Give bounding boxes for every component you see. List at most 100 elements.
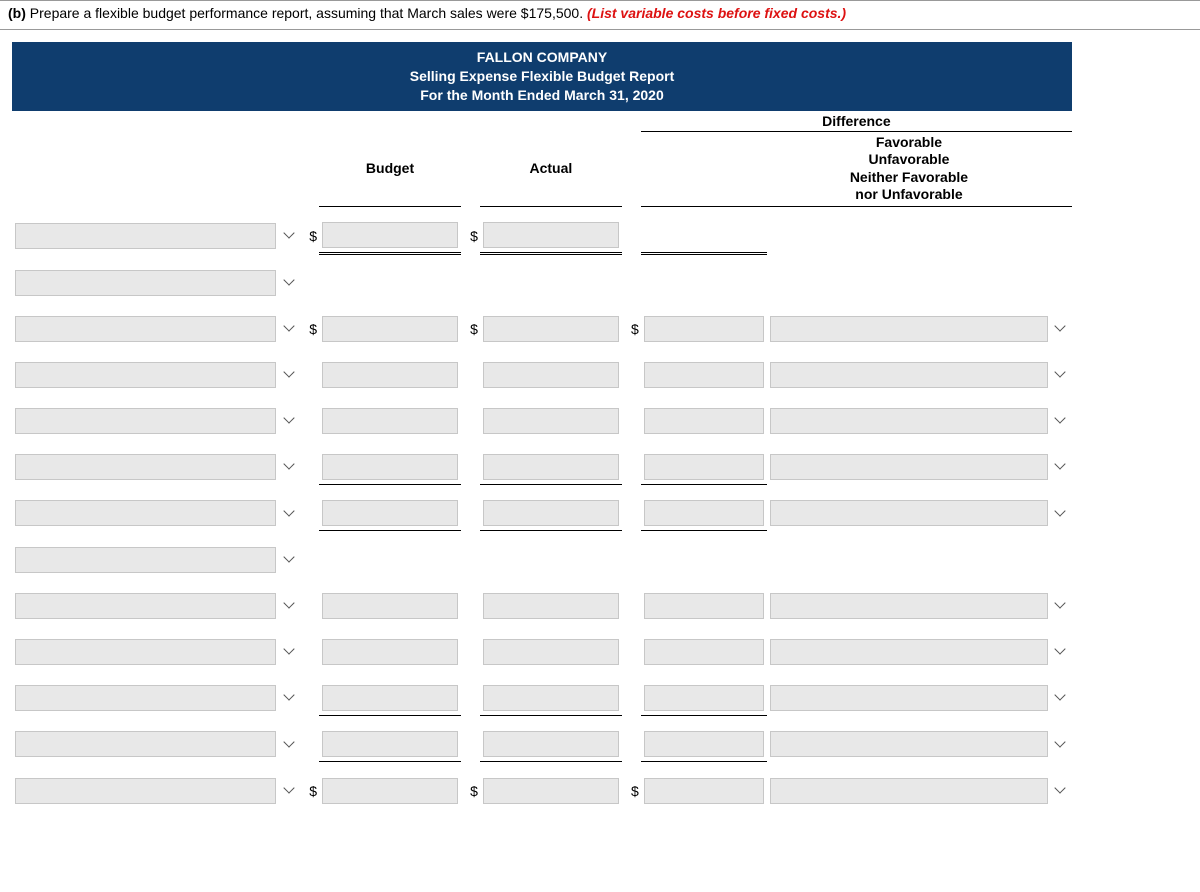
- chevron-down-icon[interactable]: [1054, 782, 1068, 796]
- report-row: [12, 496, 1072, 531]
- difference-input[interactable]: [644, 685, 764, 711]
- description-input[interactable]: [15, 454, 276, 480]
- chevron-down-icon[interactable]: [1054, 736, 1068, 750]
- currency-symbol: $: [300, 218, 319, 254]
- description-input[interactable]: [15, 316, 276, 342]
- chevron-down-icon[interactable]: [283, 320, 297, 334]
- difference-input[interactable]: [644, 316, 764, 342]
- budget-input[interactable]: [322, 731, 458, 757]
- actual-input[interactable]: [483, 408, 619, 434]
- budget-input[interactable]: [322, 778, 458, 804]
- chevron-down-icon[interactable]: [1054, 597, 1068, 611]
- report-row: [12, 450, 1072, 485]
- description-input[interactable]: [15, 593, 276, 619]
- budget-input[interactable]: [322, 222, 458, 248]
- description-input[interactable]: [15, 778, 276, 804]
- actual-input[interactable]: [483, 593, 619, 619]
- favorable-select[interactable]: [770, 778, 1048, 804]
- budget-input[interactable]: [322, 593, 458, 619]
- difference-input[interactable]: [644, 408, 764, 434]
- budget-input[interactable]: [322, 454, 458, 480]
- chevron-down-icon[interactable]: [1054, 366, 1068, 380]
- actual-input[interactable]: [483, 685, 619, 711]
- currency-symbol: $: [622, 312, 641, 346]
- chevron-down-icon[interactable]: [283, 458, 297, 472]
- report-title-banner: FALLON COMPANY Selling Expense Flexible …: [12, 42, 1072, 111]
- budget-report-table: FALLON COMPANY Selling Expense Flexible …: [12, 42, 1072, 820]
- favorable-select[interactable]: [770, 454, 1048, 480]
- difference-input[interactable]: [644, 731, 764, 757]
- description-input[interactable]: [15, 639, 276, 665]
- budget-input[interactable]: [322, 316, 458, 342]
- chevron-down-icon[interactable]: [283, 736, 297, 750]
- report-row: $$$: [12, 312, 1072, 346]
- chevron-down-icon[interactable]: [1054, 458, 1068, 472]
- difference-input[interactable]: [644, 454, 764, 480]
- actual-input[interactable]: [483, 454, 619, 480]
- description-input[interactable]: [15, 362, 276, 388]
- budget-input[interactable]: [322, 408, 458, 434]
- description-input[interactable]: [15, 270, 276, 296]
- actual-input[interactable]: [483, 222, 619, 248]
- question-prompt: (b) Prepare a flexible budget performanc…: [0, 0, 1200, 30]
- difference-input[interactable]: [644, 500, 764, 526]
- description-input[interactable]: [15, 685, 276, 711]
- chevron-down-icon[interactable]: [1054, 320, 1068, 334]
- chevron-down-icon[interactable]: [283, 597, 297, 611]
- budget-input[interactable]: [322, 362, 458, 388]
- difference-input[interactable]: [644, 593, 764, 619]
- report-title: Selling Expense Flexible Budget Report: [12, 67, 1072, 86]
- actual-input[interactable]: [483, 639, 619, 665]
- favorable-select[interactable]: [770, 639, 1048, 665]
- chevron-down-icon[interactable]: [1054, 412, 1068, 426]
- report-row: [12, 589, 1072, 623]
- difference-input[interactable]: [644, 362, 764, 388]
- favorable-select[interactable]: [770, 500, 1048, 526]
- difference-input[interactable]: [644, 778, 764, 804]
- favorable-select[interactable]: [770, 362, 1048, 388]
- actual-header: Actual: [480, 131, 622, 206]
- description-input[interactable]: [15, 731, 276, 757]
- actual-input[interactable]: [483, 316, 619, 342]
- report-row: $$$: [12, 774, 1072, 808]
- report-row: [12, 635, 1072, 669]
- description-input[interactable]: [15, 500, 276, 526]
- description-input[interactable]: [15, 223, 276, 249]
- description-input[interactable]: [15, 408, 276, 434]
- chevron-down-icon[interactable]: [283, 689, 297, 703]
- chevron-down-icon[interactable]: [283, 551, 297, 565]
- budget-input[interactable]: [322, 685, 458, 711]
- description-input[interactable]: [15, 547, 276, 573]
- budget-input[interactable]: [322, 639, 458, 665]
- actual-input[interactable]: [483, 731, 619, 757]
- actual-input[interactable]: [483, 362, 619, 388]
- report-period: For the Month Ended March 31, 2020: [12, 86, 1072, 105]
- budget-input[interactable]: [322, 500, 458, 526]
- question-label: (b): [8, 5, 26, 21]
- difference-input[interactable]: [644, 639, 764, 665]
- question-hint: (List variable costs before fixed costs.…: [587, 5, 846, 21]
- favorable-select[interactable]: [770, 593, 1048, 619]
- chevron-down-icon[interactable]: [1054, 689, 1068, 703]
- favorable-select[interactable]: [770, 731, 1048, 757]
- favorable-select[interactable]: [770, 408, 1048, 434]
- chevron-down-icon[interactable]: [283, 412, 297, 426]
- favorable-select[interactable]: [770, 316, 1048, 342]
- chevron-down-icon[interactable]: [1054, 505, 1068, 519]
- chevron-down-icon[interactable]: [283, 274, 297, 288]
- chevron-down-icon[interactable]: [1054, 643, 1068, 657]
- chevron-down-icon[interactable]: [283, 505, 297, 519]
- actual-input[interactable]: [483, 778, 619, 804]
- chevron-down-icon[interactable]: [283, 227, 297, 241]
- actual-input[interactable]: [483, 500, 619, 526]
- report-company: FALLON COMPANY: [12, 48, 1072, 67]
- difference-header: Difference: [641, 111, 1072, 132]
- favorable-header: Favorable Unfavorable Neither Favorable …: [767, 131, 1051, 206]
- budget-header: Budget: [319, 131, 461, 206]
- chevron-down-icon[interactable]: [283, 366, 297, 380]
- favorable-select[interactable]: [770, 685, 1048, 711]
- chevron-down-icon[interactable]: [283, 643, 297, 657]
- chevron-down-icon[interactable]: [283, 782, 297, 796]
- currency-symbol: $: [461, 774, 480, 808]
- currency-symbol: $: [461, 218, 480, 254]
